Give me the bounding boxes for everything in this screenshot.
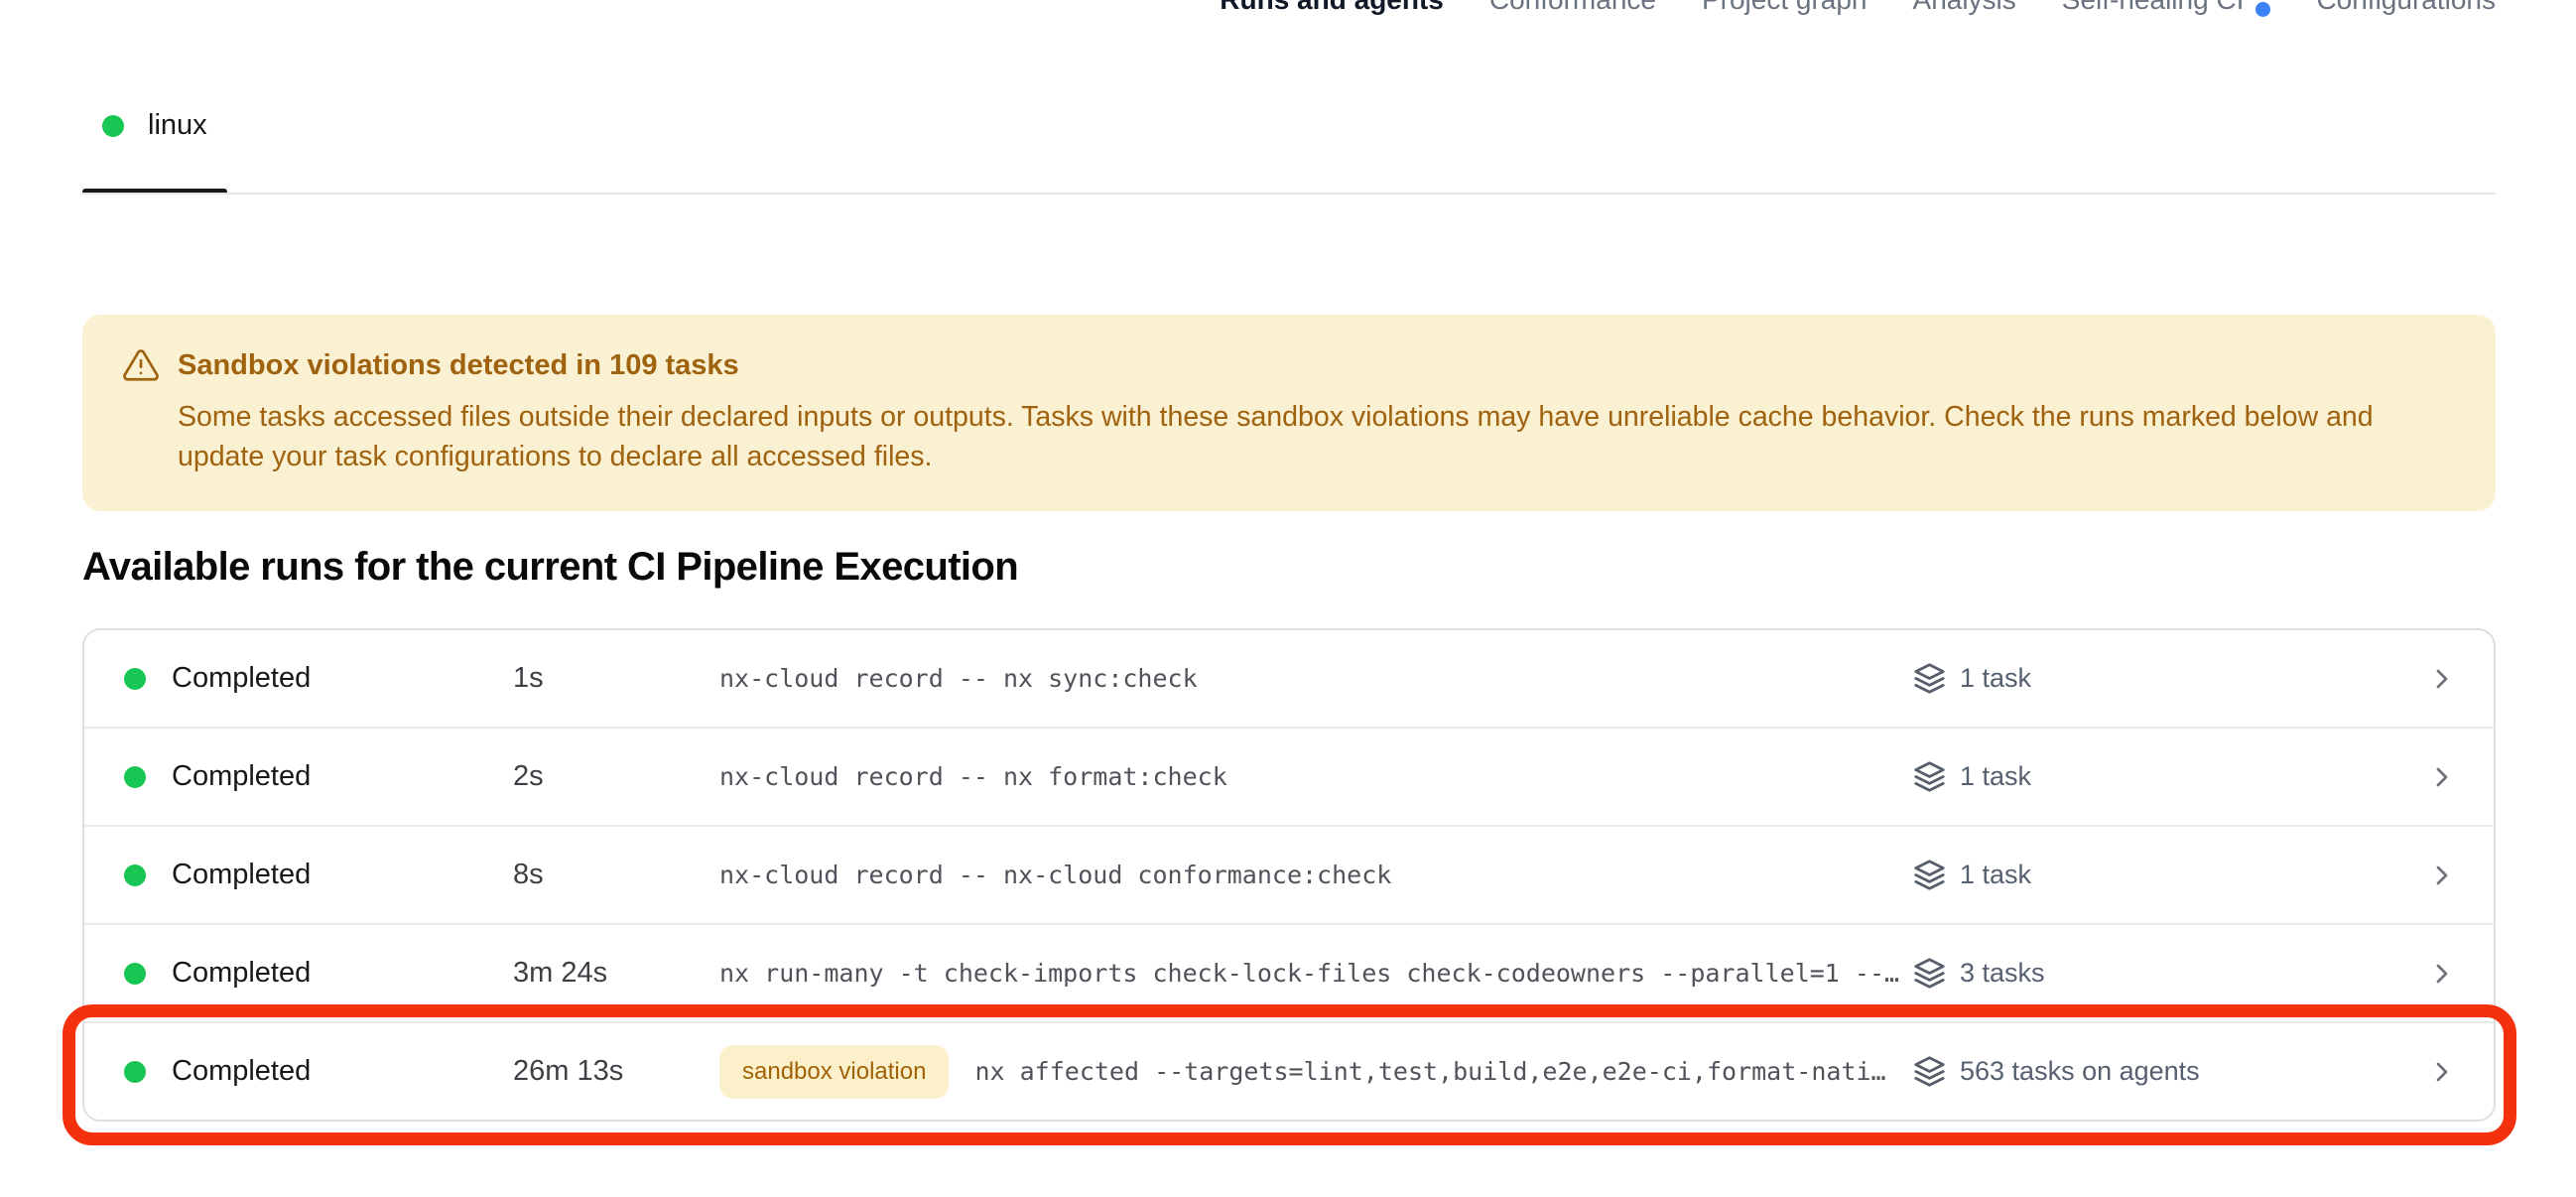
run-command: nx run-many -t check-imports check-lock-… <box>719 959 1899 988</box>
run-duration: 2s <box>513 760 719 793</box>
nav-tab-project-graph[interactable]: Project graph <box>1702 0 1868 16</box>
tab-label: linux <box>148 109 207 142</box>
run-task-count: 1 task <box>1960 761 2031 792</box>
banner-title: Sandbox violations detected in 109 tasks <box>178 349 739 382</box>
nav-tab-label: Project graph <box>1702 0 1868 16</box>
chevron-right-icon <box>2426 958 2458 990</box>
run-task-count: 1 task <box>1960 663 2031 694</box>
run-status: Completed <box>172 662 311 695</box>
run-duration: 26m 13s <box>513 1055 719 1088</box>
notification-dot <box>2255 2 2270 17</box>
nav-tab-configurations[interactable]: Configurations <box>2316 0 2496 16</box>
layers-icon <box>1913 662 1946 695</box>
nav-tab-analysis[interactable]: Analysis <box>1913 0 2016 16</box>
sandbox-violation-banner: Sandbox violations detected in 109 tasks… <box>82 315 2496 511</box>
run-duration: 3m 24s <box>513 957 719 990</box>
run-row-2[interactable]: Completed 2s nx-cloud record -- nx forma… <box>84 727 2494 825</box>
top-navigation: Runs and agents Conformance Project grap… <box>1220 0 2496 16</box>
nav-tab-self-healing-ci[interactable]: Self-healing CI <box>2062 0 2271 16</box>
run-row-5-highlighted[interactable]: Completed 26m 13s sandbox violation nx a… <box>84 1021 2494 1120</box>
page-title: Available runs for the current CI Pipeli… <box>82 545 1018 590</box>
nav-tab-label: Runs and agents <box>1220 0 1444 16</box>
nav-tab-label: Self-healing CI <box>2062 0 2245 16</box>
layers-icon <box>1913 1055 1946 1088</box>
run-status: Completed <box>172 957 311 990</box>
runs-list: Completed 1s nx-cloud record -- nx sync:… <box>82 628 2496 1122</box>
run-command: nx-cloud record -- nx-cloud conformance:… <box>719 861 1391 889</box>
banner-body: Some tasks accessed files outside their … <box>178 397 2448 477</box>
status-dot <box>102 115 124 137</box>
run-task-count: 1 task <box>1960 860 2031 890</box>
status-dot <box>124 963 146 985</box>
run-task-count: 3 tasks <box>1960 958 2045 989</box>
run-command: nx-cloud record -- nx sync:check <box>719 664 1198 693</box>
status-dot <box>124 864 146 886</box>
alert-triangle-icon <box>122 346 160 384</box>
run-task-count: 563 tasks on agents <box>1960 1056 2200 1087</box>
run-status: Completed <box>172 859 311 891</box>
tab-linux[interactable]: linux <box>102 109 207 142</box>
layers-icon <box>1913 859 1946 891</box>
status-dot <box>124 1061 146 1083</box>
nav-tab-label: Conformance <box>1489 0 1656 16</box>
run-duration: 8s <box>513 859 719 891</box>
layers-icon <box>1913 760 1946 793</box>
status-dot <box>124 766 146 788</box>
run-status: Completed <box>172 1055 311 1088</box>
chevron-right-icon <box>2426 1056 2458 1088</box>
layers-icon <box>1913 957 1946 990</box>
run-status: Completed <box>172 760 311 793</box>
nav-tab-runs-and-agents[interactable]: Runs and agents <box>1220 0 1444 16</box>
run-row-4[interactable]: Completed 3m 24s nx run-many -t check-im… <box>84 923 2494 1021</box>
run-command: nx affected --targets=lint,test,build,e2… <box>974 1057 1885 1086</box>
chevron-right-icon <box>2426 860 2458 891</box>
run-row-3[interactable]: Completed 8s nx-cloud record -- nx-cloud… <box>84 825 2494 923</box>
nav-tab-conformance[interactable]: Conformance <box>1489 0 1656 16</box>
status-dot <box>124 668 146 690</box>
run-row-1[interactable]: Completed 1s nx-cloud record -- nx sync:… <box>84 630 2494 727</box>
nav-tab-label: Configurations <box>2316 0 2496 16</box>
tabstrip-divider <box>82 193 2496 195</box>
sandbox-violation-badge: sandbox violation <box>719 1045 949 1099</box>
run-duration: 1s <box>513 662 719 695</box>
nav-tab-label: Analysis <box>1913 0 2016 16</box>
run-command: nx-cloud record -- nx format:check <box>719 762 1227 791</box>
chevron-right-icon <box>2426 761 2458 793</box>
chevron-right-icon <box>2426 663 2458 695</box>
